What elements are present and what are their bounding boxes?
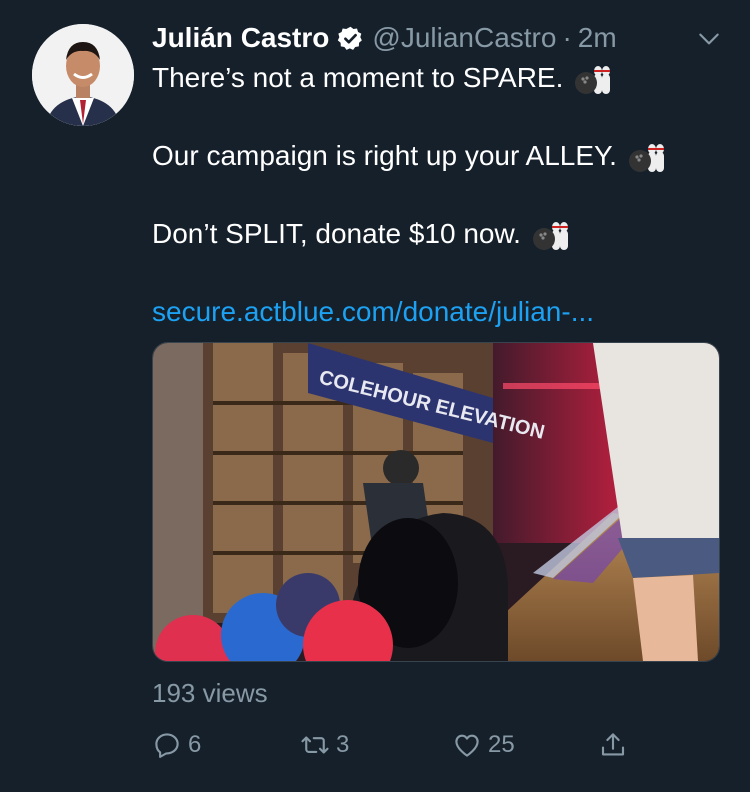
tweet-line-text: Don’t SPLIT, donate $10 now.	[152, 218, 521, 249]
retweet-count: 3	[336, 731, 350, 758]
verified-badge-icon	[338, 26, 363, 50]
reply-icon	[155, 733, 179, 758]
view-count: 193 views	[152, 678, 268, 708]
bowling-emoji-icon	[575, 65, 611, 94]
share-button[interactable]	[598, 730, 634, 760]
bowling-emoji-icon	[532, 221, 568, 250]
tweet-actions: 6 3 25	[152, 730, 652, 770]
author-name[interactable]: Julián Castro	[152, 22, 329, 54]
video-frame: COLEHOUR ELEVATION	[153, 343, 719, 661]
donate-link[interactable]: secure.actblue.com/donate/julian-...	[152, 292, 594, 331]
avatar[interactable]	[32, 24, 134, 126]
tweet-line-text: Our campaign is right up your ALLEY.	[152, 140, 617, 171]
tweet-line: Don’t SPLIT, donate $10 now.	[152, 214, 732, 253]
tweet-time[interactable]: 2m	[578, 22, 617, 54]
retweet-icon	[301, 736, 329, 754]
like-icon	[455, 734, 479, 757]
like-button[interactable]: 25	[452, 730, 515, 760]
author-handle[interactable]: @JulianCastro	[372, 22, 556, 54]
retweet-button[interactable]: 3	[300, 730, 349, 760]
separator-dot: ·	[562, 22, 572, 53]
tweet-header: Julián Castro @JulianCastro · 2m	[152, 18, 730, 58]
tweet-link-line: secure.actblue.com/donate/julian-...	[152, 292, 732, 331]
tweet-text: There’s not a moment to SPARE. Our campa…	[152, 58, 732, 331]
avatar-photo	[32, 24, 134, 126]
reply-button[interactable]: 6	[152, 730, 201, 760]
like-count: 25	[488, 731, 515, 758]
share-icon	[601, 733, 625, 756]
tweet-line: Our campaign is right up your ALLEY.	[152, 136, 732, 175]
video-player[interactable]: COLEHOUR ELEVATION	[152, 342, 720, 662]
bowling-emoji-icon	[628, 143, 664, 172]
tweet-line: There’s not a moment to SPARE.	[152, 58, 732, 97]
chevron-down-icon[interactable]	[696, 26, 722, 52]
reply-count: 6	[188, 731, 202, 758]
tweet-line-text: There’s not a moment to SPARE.	[152, 62, 564, 93]
